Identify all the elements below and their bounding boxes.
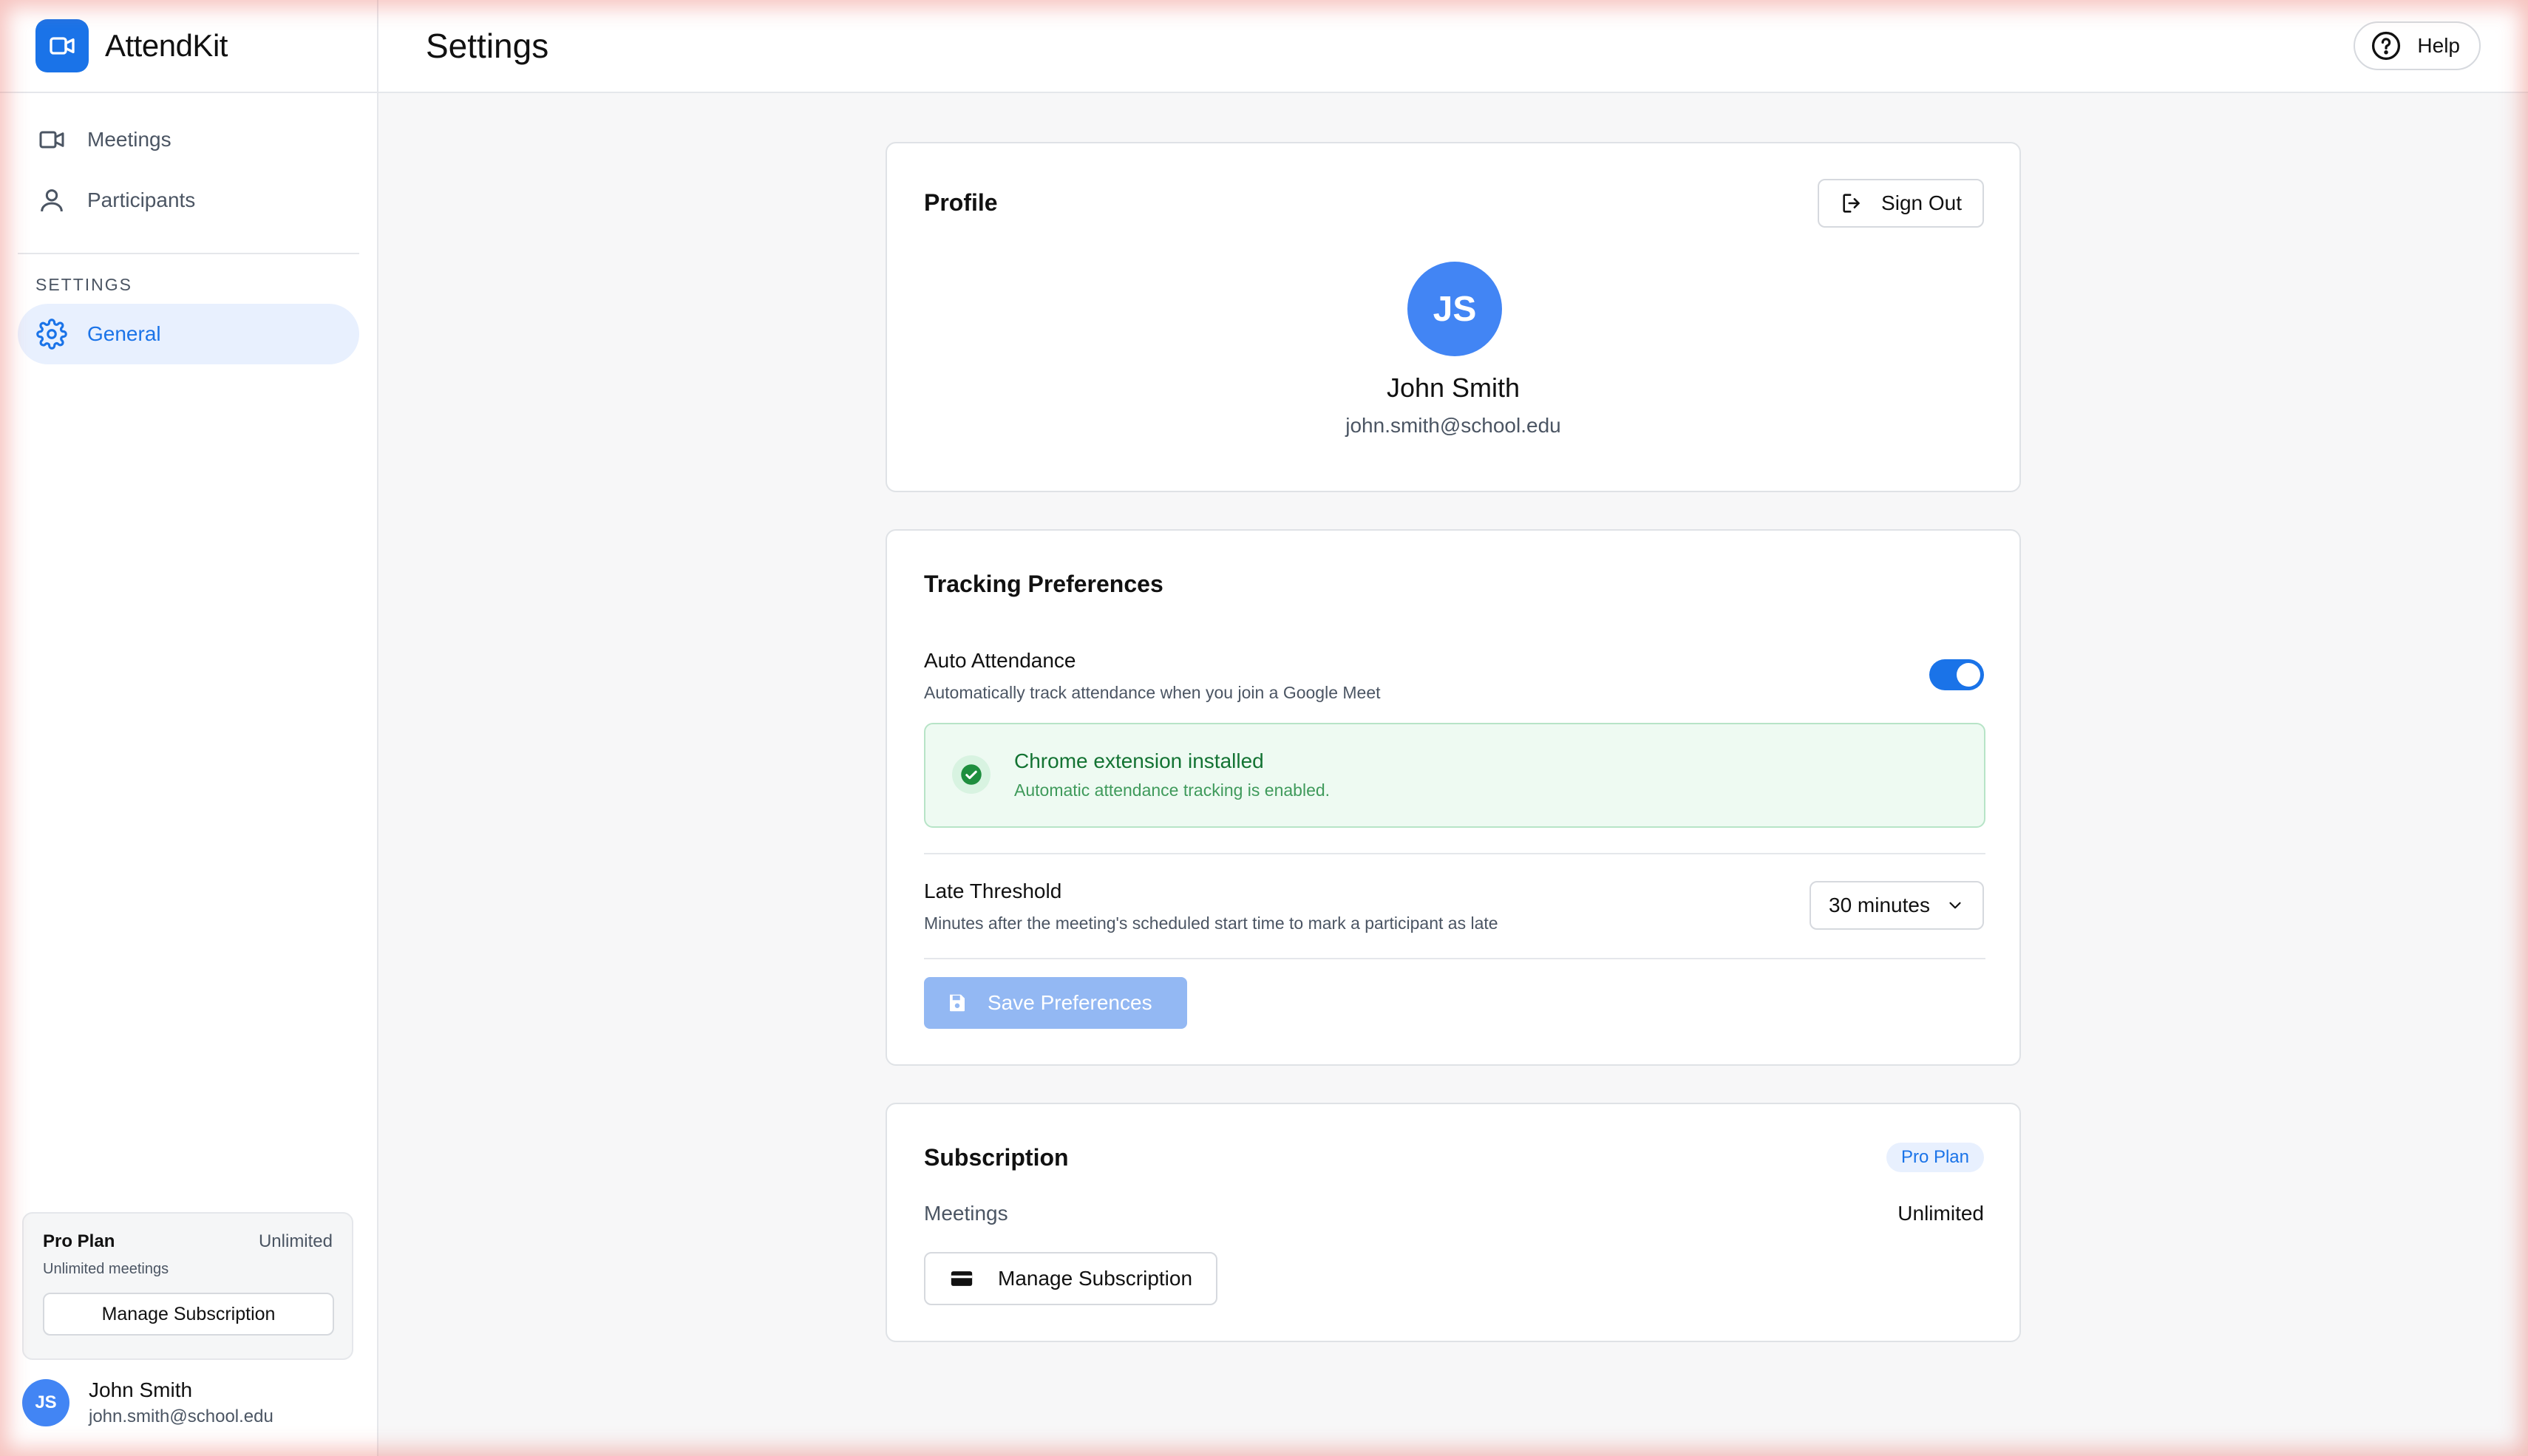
- sidebar-user[interactable]: JS John Smith john.smith@school.edu: [22, 1378, 273, 1427]
- toggle-knob: [1957, 663, 1980, 687]
- profile-card: Profile Sign Out JS John Smith john.smit…: [886, 142, 2021, 492]
- chevron-down-icon: [1946, 896, 1965, 915]
- auto-attendance-description: Automatically track attendance when you …: [924, 683, 1381, 702]
- help-label: Help: [2417, 34, 2460, 57]
- sidebar-item-label: Meetings: [87, 128, 171, 151]
- divider: [18, 253, 359, 254]
- subscription-title: Subscription: [924, 1144, 1069, 1171]
- tracking-title: Tracking Preferences: [924, 571, 1163, 597]
- sidebar-item-label: Participants: [87, 188, 196, 211]
- plan-card: Pro Plan Unlimited Unlimited meetings Ma…: [22, 1212, 353, 1360]
- subscription-card: Subscription Pro Plan Meetings Unlimited…: [886, 1103, 2021, 1342]
- app-name: AttendKit: [105, 28, 228, 63]
- person-icon: [35, 184, 68, 217]
- sign-out-icon: [1840, 191, 1865, 216]
- profile-avatar: JS: [1407, 262, 1502, 356]
- manage-subscription-label: Manage Subscription: [998, 1267, 1193, 1290]
- user-email: john.smith@school.edu: [89, 1406, 273, 1426]
- auto-attendance-toggle[interactable]: [1929, 659, 1984, 690]
- sign-out-button[interactable]: Sign Out: [1818, 179, 1984, 228]
- gear-icon: [35, 318, 68, 350]
- check-circle-icon: [952, 755, 991, 794]
- extension-status-box: Chrome extension installed Automatic att…: [924, 723, 1985, 828]
- manage-subscription-button[interactable]: Manage Subscription: [924, 1252, 1218, 1305]
- help-circle-icon: [2370, 30, 2402, 62]
- avatar: JS: [22, 1379, 69, 1426]
- plan-limit: Unlimited: [258, 1231, 333, 1251]
- extension-status-description: Automatic attendance tracking is enabled…: [1014, 780, 1331, 800]
- video-camera-logo-icon: [35, 19, 89, 72]
- divider: [924, 853, 1985, 854]
- sidebar-section-label: SETTINGS: [35, 275, 133, 294]
- save-icon: [946, 992, 968, 1014]
- profile-email: john.smith@school.edu: [1345, 414, 1561, 437]
- plan-name: Pro Plan: [43, 1231, 115, 1251]
- tracking-preferences-card: Tracking Preferences Auto Attendance Aut…: [886, 529, 2021, 1066]
- late-threshold-select[interactable]: 30 minutes: [1810, 881, 1984, 930]
- late-threshold-value: 30 minutes: [1829, 894, 1930, 916]
- page-title: Settings: [426, 27, 549, 65]
- profile-name: John Smith: [1386, 372, 1520, 403]
- top-bar: Settings Help: [378, 0, 2528, 93]
- brand[interactable]: AttendKit: [0, 0, 377, 93]
- sidebar: AttendKit Meetings Participants SETTINGS: [0, 0, 378, 1456]
- sidebar-item-label: General: [87, 322, 161, 345]
- plan-badge: Pro Plan: [1886, 1143, 1984, 1172]
- sidebar-item-general[interactable]: General: [18, 304, 359, 364]
- profile-title: Profile: [924, 189, 998, 216]
- extension-status-title: Chrome extension installed: [1014, 749, 1264, 772]
- auto-attendance-title: Auto Attendance: [924, 649, 1076, 672]
- late-threshold-description: Minutes after the meeting's scheduled st…: [924, 914, 1498, 933]
- credit-card-icon: [949, 1266, 974, 1291]
- meetings-label: Meetings: [924, 1202, 1008, 1225]
- meetings-value: Unlimited: [1897, 1202, 1984, 1225]
- save-preferences-button[interactable]: Save Preferences: [924, 977, 1187, 1029]
- late-threshold-title: Late Threshold: [924, 880, 1062, 902]
- save-preferences-label: Save Preferences: [988, 991, 1152, 1014]
- sidebar-item-participants[interactable]: Participants: [18, 170, 359, 231]
- sidebar-item-meetings[interactable]: Meetings: [18, 109, 359, 170]
- sidebar-nav: Meetings Participants SETTINGS General: [0, 93, 377, 364]
- plan-subtitle: Unlimited meetings: [43, 1261, 169, 1277]
- sign-out-label: Sign Out: [1881, 191, 1962, 214]
- sidebar-manage-subscription-button[interactable]: Manage Subscription: [43, 1293, 334, 1336]
- video-camera-icon: [35, 123, 68, 156]
- user-name: John Smith: [89, 1378, 193, 1401]
- divider: [924, 958, 1985, 959]
- help-button[interactable]: Help: [2354, 21, 2481, 70]
